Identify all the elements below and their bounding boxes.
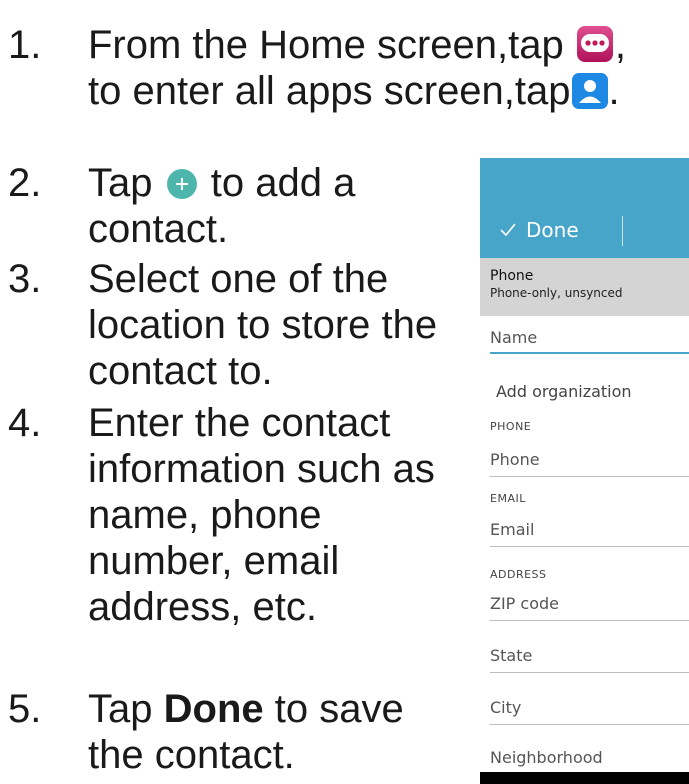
- done-button[interactable]: Done: [500, 218, 579, 242]
- step-text: From the Home screen,tap: [88, 23, 564, 67]
- phone-field-underline: [490, 476, 689, 477]
- step-text: Select one of the: [88, 257, 389, 301]
- phone-section-label: PHONE: [490, 420, 532, 433]
- step-text: the contact.: [88, 733, 295, 777]
- neighborhood-field[interactable]: Neighborhood: [490, 748, 689, 767]
- step-text: to enter all apps screen,tap: [88, 69, 571, 113]
- step-text: Tap: [88, 161, 153, 205]
- add-organization-button[interactable]: Add organization: [496, 382, 689, 401]
- action-bar: Done: [480, 204, 689, 258]
- step-number: 4.: [8, 401, 42, 445]
- step-text: number, email: [88, 539, 340, 583]
- name-field[interactable]: Name: [490, 328, 689, 347]
- step-text: to add a: [210, 161, 356, 205]
- step-number: 5.: [8, 687, 42, 731]
- add-contact-icon: [164, 166, 200, 202]
- state-field[interactable]: State: [490, 646, 689, 665]
- step-text: ,: [614, 23, 626, 67]
- account-subtitle: Phone-only, unsynced: [490, 286, 623, 300]
- step-text: Enter the contact: [88, 401, 391, 445]
- step-text: information such as: [88, 447, 435, 491]
- step-text: location to store the: [88, 303, 438, 347]
- phone-screenshot: Done Phone Phone-only, unsynced Name Add…: [480, 158, 689, 784]
- step-body: Tap Done to save the contact.: [88, 686, 404, 778]
- step-text: contact.: [88, 207, 229, 251]
- step-body: Tap to add a contact.: [88, 160, 355, 252]
- step-number: 3.: [8, 257, 42, 301]
- zip-code-field[interactable]: ZIP code: [490, 594, 689, 613]
- step-text: name, phone: [88, 493, 322, 537]
- step-body: From the Home screen,tap , to enter all …: [88, 22, 626, 114]
- account-selector[interactable]: Phone Phone-only, unsynced: [480, 258, 689, 316]
- city-field[interactable]: City: [490, 698, 689, 717]
- step-body: Enter the contact information such as na…: [88, 400, 435, 630]
- done-label: Done: [526, 218, 579, 242]
- step-number: 1.: [8, 23, 42, 67]
- step-text: contact to.: [88, 349, 273, 393]
- address-section-label: ADDRESS: [490, 568, 547, 581]
- email-section-label: EMAIL: [490, 492, 526, 505]
- account-title: Phone: [490, 268, 534, 284]
- email-field-underline: [490, 546, 689, 547]
- state-underline: [490, 672, 689, 673]
- checkmark-icon: [500, 218, 516, 242]
- navigation-bar: [480, 772, 689, 784]
- step-text: Tap: [88, 687, 153, 731]
- step-body: Select one of the location to store the …: [88, 256, 437, 394]
- step-text: .: [608, 69, 620, 113]
- action-divider: [622, 216, 623, 246]
- city-underline: [490, 724, 689, 725]
- done-keyword: Done: [163, 687, 264, 731]
- status-bar: [480, 158, 689, 204]
- contacts-person-icon: [571, 72, 609, 110]
- phone-field[interactable]: Phone: [490, 450, 689, 469]
- zip-code-underline: [490, 620, 689, 621]
- step-number: 2.: [8, 161, 42, 205]
- name-field-underline: [490, 352, 689, 354]
- email-field[interactable]: Email: [490, 520, 689, 539]
- apps-grid-icon: [575, 24, 615, 64]
- step-text: address, etc.: [88, 585, 318, 629]
- step-text: to save: [274, 687, 404, 731]
